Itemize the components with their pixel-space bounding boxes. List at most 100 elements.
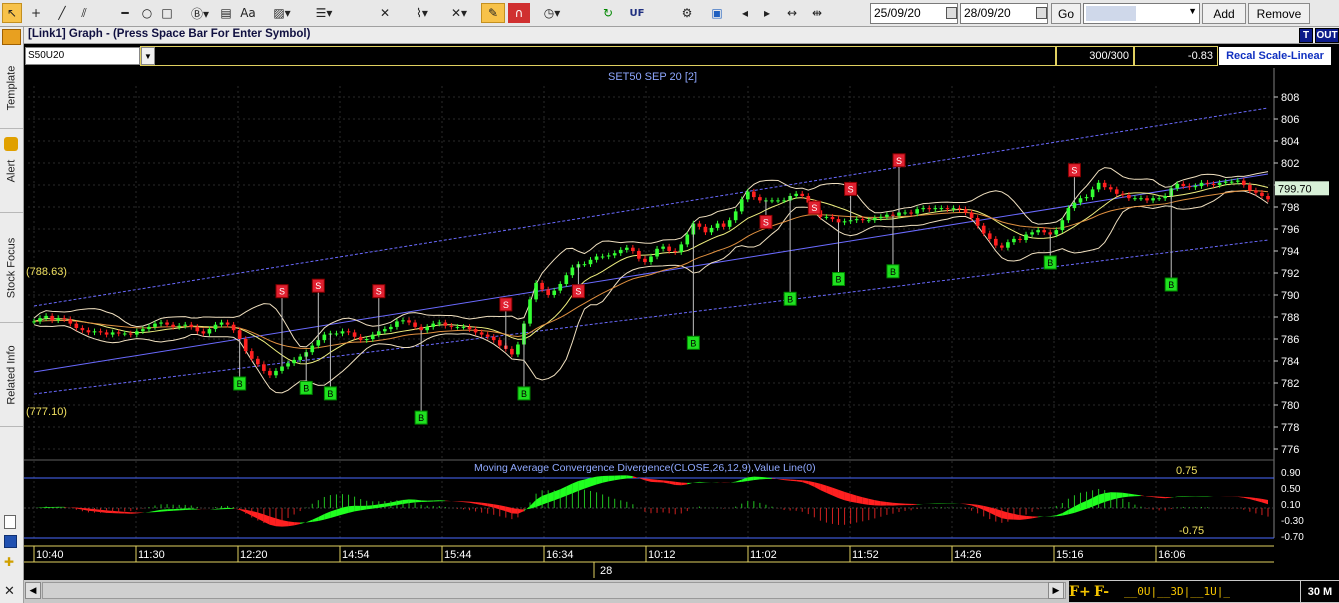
new-file-icon[interactable] [4,515,16,529]
macd-fill [475,502,482,505]
remove-button[interactable]: Remove [1248,3,1310,24]
interval-label[interactable]: 30 M [1301,581,1339,602]
candle [618,249,623,254]
crosshair-icon[interactable]: + [26,3,46,23]
add-button[interactable]: Add [1202,3,1246,24]
rectangle-icon[interactable]: □ [158,3,176,23]
candle [885,214,889,217]
candle [1187,186,1192,188]
candle [122,333,127,335]
image-icon[interactable]: ▤ [216,3,236,23]
tab-related-info[interactable]: Related Info [0,323,23,427]
candle [969,212,974,218]
candle [848,220,853,222]
macd-tick-label: -0.30 [1281,516,1304,527]
arrow-left-icon[interactable]: ◂ [736,3,754,23]
macd-fill [173,508,180,511]
sell-signal-label: S [575,287,581,297]
from-date-calendar-icon[interactable] [946,7,957,19]
gear-icon[interactable]: ⚙ [676,3,698,23]
candle [189,324,194,327]
image-tool-icon[interactable]: ▣ [706,3,728,23]
macd-lower-label: -0.75 [1179,525,1204,537]
tab-template[interactable]: Template [0,47,23,129]
f-minus-button[interactable]: F- [1094,581,1120,602]
candle [497,340,502,346]
recal-scale-button[interactable]: Recal Scale-Linear [1219,47,1331,65]
candle [128,333,133,335]
symbol-bar: S50U20 ▼ 300/300 -0.83 Recal Scale-Linea… [24,44,1339,68]
candle [110,332,115,335]
to-date-calendar-icon[interactable] [1036,7,1047,19]
parallel-lines-icon[interactable]: ⫽ [74,3,94,23]
from-date-field[interactable]: 25/09/20 [870,3,958,24]
tab-stock-focus[interactable]: Stock Focus [0,213,23,323]
candle [715,223,720,228]
scroll-right-icon[interactable]: ▶ [1048,582,1064,599]
delete-tool-icon[interactable]: ✕ [374,3,396,23]
macd-fill [263,514,270,525]
add-item-icon[interactable]: ✚ [4,555,18,569]
macd-fill [614,475,621,481]
fibonacci-icon[interactable]: Ⓑ▾ [186,3,214,23]
template-combo[interactable]: ▼ [1083,3,1200,24]
symbol-input[interactable]: S50U20 [25,47,140,65]
save-icon[interactable] [4,535,17,548]
macd-fill [245,509,252,516]
candle [286,363,290,367]
pointer-icon[interactable]: ↖ [2,3,22,23]
candle [437,322,442,324]
candle [1181,183,1186,187]
refresh-icon[interactable]: ↻ [598,3,618,23]
macd-tick-label: 0.50 [1281,484,1301,495]
cross-delete-icon[interactable]: ✕▾ [446,3,472,23]
to-date-field[interactable]: 28/09/20 [960,3,1048,24]
line-tool-icon[interactable]: ╱ [52,3,72,23]
pencil-icon[interactable]: ✎ [481,3,505,23]
wave-icon[interactable]: ⌇▾ [404,3,440,23]
macd-fill [935,503,942,504]
out-button[interactable]: OUT [1315,28,1339,43]
candle [546,289,550,295]
macd-fill [52,506,59,508]
buy-signal-label: B [521,389,527,399]
close-icon[interactable]: ✕ [4,583,18,598]
line-style-icon[interactable]: ☰▾ [306,3,342,23]
expand-icon[interactable]: ↔ [782,3,802,23]
go-button[interactable]: Go [1051,3,1081,24]
macd-fill [1177,496,1184,497]
bollinger-bands [33,167,1269,394]
circle-icon[interactable]: ○ [138,3,156,23]
price-chart[interactable]: BBBBBBBBBBBBBSSSSSSSSSSSSS 7767787807827… [24,68,1339,580]
channel-icon[interactable]: ▨▾ [266,3,298,23]
clock-icon[interactable]: ◷▾ [538,3,566,23]
macd-fill [439,500,446,502]
buy-signal-label: B [1168,280,1174,290]
sell-signal-label: S [503,300,509,310]
macd-fill [651,479,658,483]
macd-fill [911,503,918,506]
candle [1121,193,1125,195]
horizontal-scrollbar[interactable] [42,582,1066,599]
expand-sidebar-icon[interactable] [2,29,21,45]
zoom-icon[interactable]: ⇹ [806,3,828,23]
uf-button[interactable]: UF [626,3,648,23]
candle [510,348,514,355]
macd-fill [336,507,343,517]
t-button[interactable]: T [1299,28,1313,43]
macd-fill [354,505,361,512]
macd-tick-label: 0.10 [1281,500,1301,511]
scroll-left-icon[interactable]: ◀ [25,582,41,599]
candle [316,340,321,346]
macd-fill [402,499,410,505]
candle [1102,182,1107,188]
candlestick-series [32,177,1270,379]
arrow-right-icon[interactable]: ▸ [758,3,776,23]
magnet-icon[interactable]: ∩ [508,3,530,23]
candle [225,322,230,325]
buy-signal-label: B [237,379,243,389]
f-plus-button[interactable]: F+ [1069,581,1097,602]
macd-fill [905,503,912,506]
text-tool-icon[interactable]: Aa [238,3,258,23]
horizontal-line-icon[interactable]: ━ [114,3,136,23]
